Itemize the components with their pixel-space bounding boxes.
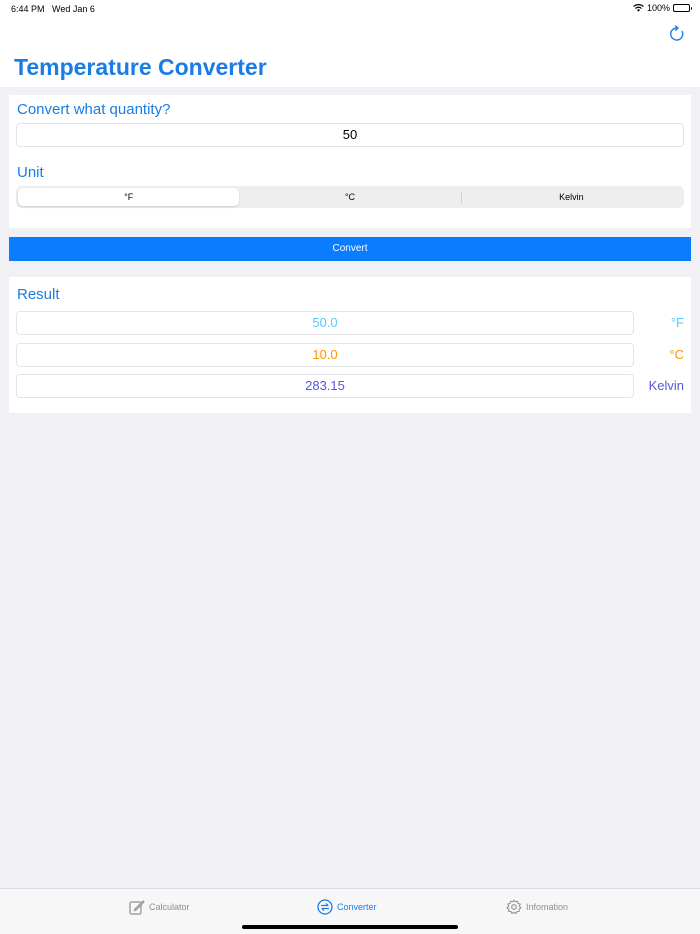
- result-row-celsius: 10.0 °C: [16, 343, 684, 367]
- quantity-label: Convert what quantity?: [17, 101, 171, 118]
- result-fahrenheit-field[interactable]: 50.0: [16, 311, 634, 335]
- unit-label: Unit: [17, 164, 44, 181]
- battery-icon: [673, 4, 692, 12]
- pencil-square-icon: [129, 899, 145, 915]
- segment-kelvin[interactable]: Kelvin: [460, 188, 682, 206]
- result-kelvin-unit: Kelvin: [648, 378, 684, 393]
- result-fahrenheit-unit: °F: [670, 315, 684, 330]
- wifi-icon: [633, 4, 644, 12]
- arrows-circle-icon: [317, 899, 333, 915]
- tab-calculator-label: Calculator: [149, 902, 190, 912]
- result-kelvin-field[interactable]: 283.15: [16, 374, 634, 398]
- app-screen: 6:44 PM Wed Jan 6 100% Temperature Conve…: [0, 0, 700, 934]
- gear-icon: [506, 899, 522, 915]
- navigation-area: 6:44 PM Wed Jan 6 100% Temperature Conve…: [0, 0, 700, 87]
- segment-fahrenheit[interactable]: °F: [18, 188, 240, 206]
- page-title: Temperature Converter: [14, 54, 267, 80]
- result-label: Result: [17, 286, 60, 303]
- status-date: Wed Jan 6: [52, 4, 95, 14]
- battery-percent: 100%: [646, 3, 670, 13]
- status-bar: 6:44 PM Wed Jan 6 100%: [0, 0, 700, 18]
- segment-celsius[interactable]: °C: [239, 188, 460, 206]
- tab-information[interactable]: Infomation: [506, 899, 568, 915]
- result-celsius-field[interactable]: 10.0: [16, 343, 634, 367]
- tab-information-label: Infomation: [526, 902, 569, 912]
- convert-button[interactable]: Convert: [9, 237, 691, 261]
- tab-converter-label: Converter: [337, 902, 377, 912]
- result-row-fahrenheit: 50.0 °F: [16, 311, 684, 335]
- tab-bar: Calculator Converter Infomation: [0, 888, 700, 934]
- refresh-icon[interactable]: [668, 25, 686, 43]
- status-indicators: 100%: [633, 3, 692, 13]
- unit-segmented-control: °F °C Kelvin: [16, 186, 684, 208]
- result-row-kelvin: 283.15 Kelvin: [16, 374, 684, 398]
- result-celsius-unit: °C: [669, 347, 684, 362]
- home-indicator: [242, 925, 458, 929]
- result-card: Result 50.0 °F 10.0 °C 283.15 Kelvin: [9, 277, 691, 413]
- input-card: Convert what quantity? 50 Unit °F °C Kel…: [9, 95, 691, 228]
- status-time: 6:44 PM: [11, 4, 45, 14]
- tab-calculator[interactable]: Calculator: [129, 899, 190, 915]
- tab-converter[interactable]: Converter: [317, 899, 377, 915]
- quantity-input[interactable]: 50: [16, 123, 684, 147]
